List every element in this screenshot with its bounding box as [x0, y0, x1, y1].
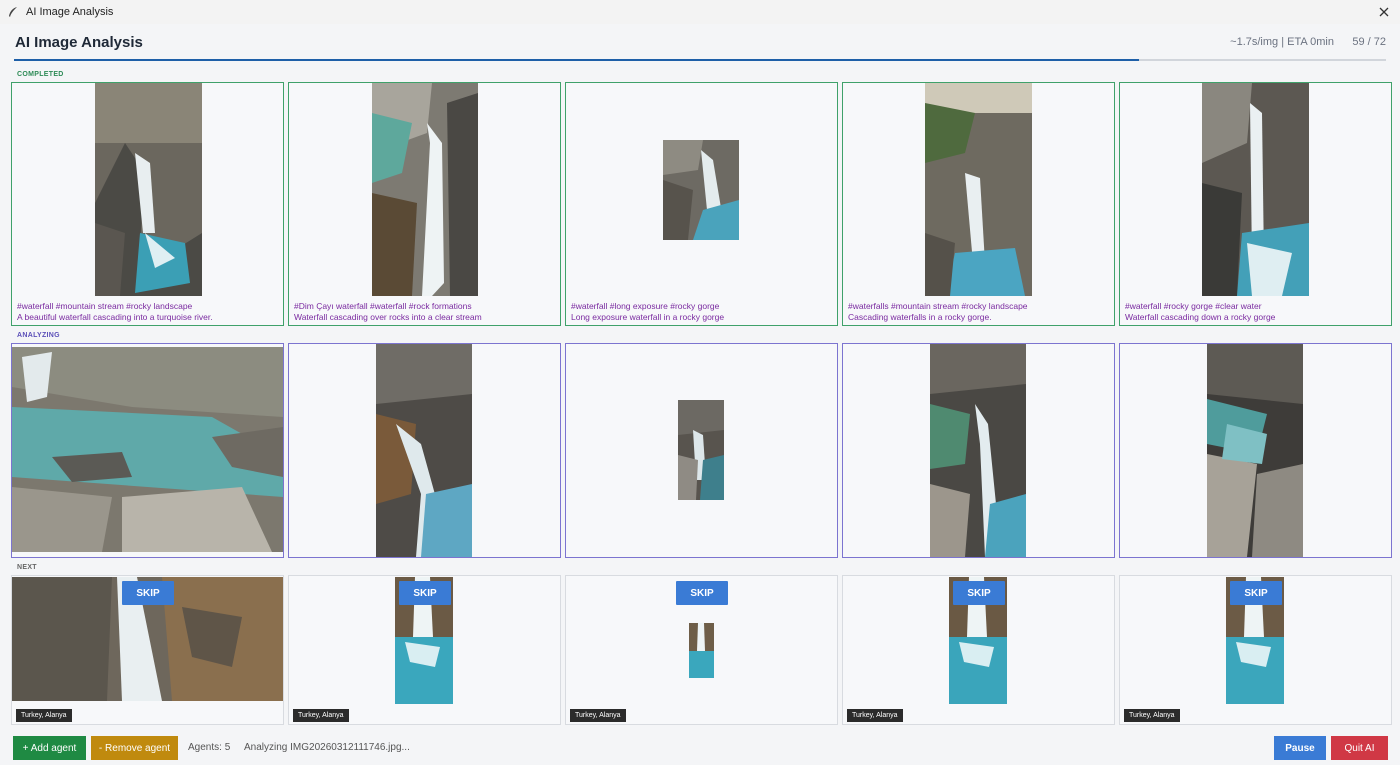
header: AI Image Analysis ~1.7s/img | ETA 0min 5… — [14, 32, 1386, 60]
image-thumbnail — [1202, 83, 1309, 296]
image-thumbnail — [372, 83, 478, 296]
agent-count: Agents: 5 — [188, 742, 231, 753]
caption-tags: #Dim Çayı waterfall #waterfall #rock for… — [294, 301, 472, 311]
analyzing-card[interactable] — [288, 343, 561, 558]
completed-card[interactable]: #waterfall #mountain stream #rocky lands… — [11, 82, 284, 326]
completed-card[interactable]: #waterfall #rocky gorge #clear water Wat… — [1119, 82, 1392, 326]
location-badge: Turkey, Alanya — [293, 709, 349, 722]
image-thumbnail — [1207, 344, 1303, 557]
caption-description: Waterfall cascading over rocks into a cl… — [294, 311, 482, 322]
image-thumbnail — [95, 83, 202, 296]
image-thumbnail — [376, 344, 472, 557]
app-window: AI Image Analysis AI Image Analysis ~1.7… — [0, 0, 1400, 765]
add-agent-button[interactable]: + Add agent — [13, 736, 86, 760]
skip-button[interactable]: SKIP — [953, 581, 1005, 605]
analyzing-card[interactable] — [842, 343, 1115, 558]
completed-card[interactable]: #waterfalls #mountain stream #rocky land… — [842, 82, 1115, 326]
skip-button[interactable]: SKIP — [1230, 581, 1282, 605]
caption-description: Long exposure waterfall in a rocky gorge — [571, 311, 725, 322]
completed-card[interactable]: #waterfall #long exposure #rocky gorge L… — [565, 82, 838, 326]
caption-tags: #waterfall #long exposure #rocky gorge — [571, 301, 720, 311]
footer: + Add agent - Remove agent Agents: 5 Ana… — [0, 728, 1400, 765]
caption-tags: #waterfalls #mountain stream #rocky land… — [848, 301, 1028, 311]
completed-card[interactable]: #Dim Çayı waterfall #waterfall #rock for… — [288, 82, 561, 326]
section-label-analyzing: ANALYZING — [17, 332, 60, 339]
caption: #waterfall #long exposure #rocky gorge L… — [571, 301, 833, 322]
caption: #waterfalls #mountain stream #rocky land… — [848, 301, 1110, 322]
quit-ai-button[interactable]: Quit AI — [1331, 736, 1388, 760]
caption: #waterfall #mountain stream #rocky lands… — [17, 301, 279, 322]
image-thumbnail — [689, 623, 714, 678]
location-badge: Turkey, Alanya — [570, 709, 626, 722]
next-card[interactable]: SKIP Turkey, Alanya — [1119, 575, 1392, 725]
caption: #Dim Çayı waterfall #waterfall #rock for… — [294, 301, 556, 322]
title-bar: AI Image Analysis — [0, 0, 1400, 24]
remove-agent-button[interactable]: - Remove agent — [91, 736, 178, 760]
completed-row: #waterfall #mountain stream #rocky lands… — [11, 82, 1392, 326]
image-thumbnail — [930, 344, 1026, 557]
close-icon[interactable] — [1376, 4, 1392, 20]
image-thumbnail — [678, 400, 724, 500]
progress-bar — [14, 59, 1386, 61]
caption-description: Waterfall cascading down a rocky gorge — [1125, 311, 1276, 322]
section-label-completed: COMPLETED — [17, 71, 64, 78]
next-row: SKIP Turkey, Alanya SKIP Turkey, Alanya — [11, 575, 1392, 725]
skip-button[interactable]: SKIP — [122, 581, 174, 605]
caption-description: A beautiful waterfall cascading into a t… — [17, 311, 213, 322]
analyzing-card[interactable] — [11, 343, 284, 558]
next-card[interactable]: SKIP Turkey, Alanya — [842, 575, 1115, 725]
caption-tags: #waterfall #mountain stream #rocky lands… — [17, 301, 193, 311]
image-thumbnail — [663, 140, 739, 240]
analyzing-row — [11, 343, 1392, 558]
feather-icon — [6, 5, 20, 19]
status-text: Analyzing IMG20260312111746.jpg... — [244, 742, 410, 753]
progress-count: 59 / 72 — [1352, 36, 1386, 48]
image-thumbnail — [12, 347, 283, 552]
next-card[interactable]: SKIP Turkey, Alanya — [288, 575, 561, 725]
caption-tags: #waterfall #rocky gorge #clear water — [1125, 301, 1262, 311]
progress-fill — [14, 59, 1140, 61]
window-title: AI Image Analysis — [26, 6, 114, 18]
page-title: AI Image Analysis — [15, 34, 143, 51]
section-label-next: NEXT — [17, 564, 37, 571]
pause-button[interactable]: Pause — [1274, 736, 1326, 760]
location-badge: Turkey, Alanya — [847, 709, 903, 722]
image-thumbnail — [925, 83, 1032, 296]
caption-description: Cascading waterfalls in a rocky gorge. — [848, 311, 992, 322]
location-badge: Turkey, Alanya — [16, 709, 72, 722]
caption: #waterfall #rocky gorge #clear water Wat… — [1125, 301, 1387, 322]
analyzing-card[interactable] — [1119, 343, 1392, 558]
location-badge: Turkey, Alanya — [1124, 709, 1180, 722]
skip-button[interactable]: SKIP — [399, 581, 451, 605]
skip-button[interactable]: SKIP — [676, 581, 728, 605]
next-card[interactable]: SKIP Turkey, Alanya — [11, 575, 284, 725]
analyzing-card[interactable] — [565, 343, 838, 558]
next-card[interactable]: SKIP Turkey, Alanya — [565, 575, 838, 725]
speed-eta: ~1.7s/img | ETA 0min — [1230, 36, 1334, 48]
